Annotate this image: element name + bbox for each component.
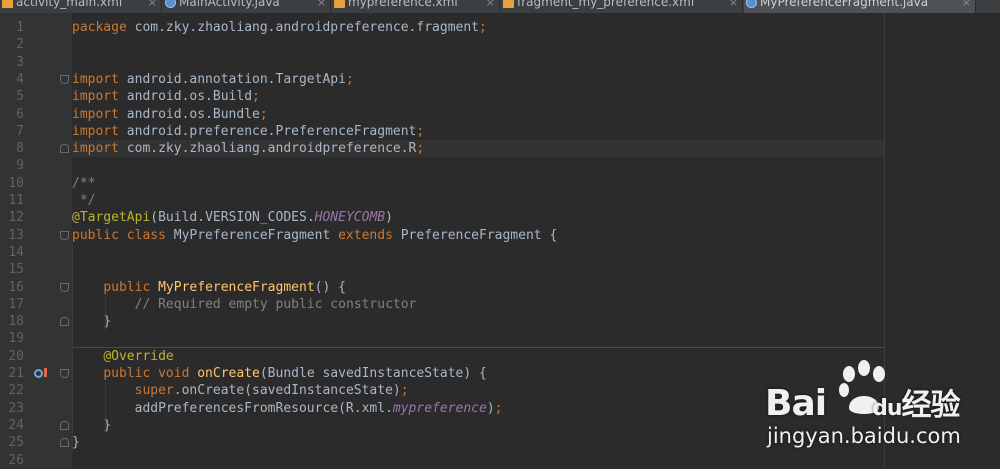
- baidu-jingyan-watermark: Bai du经验 jingyan.baidu.com: [765, 360, 1000, 469]
- close-icon[interactable]: ×: [486, 0, 495, 11]
- indent-guide: [105, 296, 106, 331]
- line-number: 8: [16, 141, 24, 156]
- fold-end-icon[interactable]: [60, 421, 69, 430]
- fold-end-icon[interactable]: [60, 438, 69, 447]
- watermark-brand: Bai du经验: [765, 383, 961, 424]
- java-class-icon: [746, 0, 757, 8]
- line-number: 1: [16, 20, 24, 35]
- line-number: 24: [8, 418, 24, 433]
- editor-tab-bar: activity_main.xml × MainActivity.java × mypr…: [0, 0, 1000, 13]
- code-line[interactable]: import android.os.Build;: [72, 88, 260, 105]
- code-line[interactable]: public MyPreferenceFragment() {: [72, 279, 346, 296]
- line-number: 19: [8, 331, 24, 346]
- line-number: 25: [8, 435, 24, 450]
- code-line[interactable]: package com.zky.zhaoliang.androidprefere…: [72, 19, 487, 36]
- line-number: 13: [8, 228, 24, 243]
- code-line[interactable]: // Required empty public constructor: [72, 296, 417, 313]
- line-number: 5: [16, 89, 24, 104]
- line-number: 20: [8, 349, 24, 364]
- code-line[interactable]: */: [72, 192, 96, 209]
- close-icon[interactable]: ×: [962, 0, 971, 11]
- line-number: 9: [16, 158, 24, 173]
- line-number: 6: [16, 107, 24, 122]
- line-number: 3: [16, 55, 24, 70]
- line-number: 12: [8, 210, 24, 225]
- code-line[interactable]: super.onCreate(savedInstanceState);: [72, 382, 409, 399]
- code-line[interactable]: import android.annotation.TargetApi;: [72, 71, 354, 88]
- code-line[interactable]: public void onCreate(Bundle savedInstanc…: [72, 365, 487, 382]
- indent-guide: [105, 382, 106, 434]
- close-icon[interactable]: ×: [729, 0, 738, 11]
- code-line[interactable]: @TargetApi(Build.VERSION_CODES.HONEYCOMB…: [72, 209, 393, 226]
- line-number: 11: [8, 193, 24, 208]
- code-line[interactable]: @Override: [72, 348, 173, 365]
- override-arrow-icon: [44, 368, 47, 377]
- tab-label: MainActivity.java: [179, 0, 280, 9]
- method-separator: [72, 347, 884, 348]
- java-class-icon: [165, 0, 176, 8]
- tab-label: mypreference.xml: [348, 0, 458, 9]
- tab-mypreferencefragment-java[interactable]: MyPreferenceFragment.java ×: [744, 0, 976, 13]
- tab-mainactivity-java[interactable]: MainActivity.java ×: [163, 0, 331, 13]
- watermark-url: jingyan.baidu.com: [767, 424, 961, 448]
- code-line[interactable]: import android.os.Bundle;: [72, 106, 268, 123]
- xml-file-icon: [2, 0, 13, 8]
- tab-label: MyPreferenceFragment.java: [760, 0, 929, 9]
- tab-fragment-my-preference-xml[interactable]: fragment_my_preference.xml ×: [501, 0, 743, 13]
- line-number: 22: [8, 383, 24, 398]
- line-number: 18: [8, 314, 24, 329]
- override-method-icon[interactable]: [34, 369, 43, 378]
- line-number: 7: [16, 124, 24, 139]
- line-number: 23: [8, 401, 24, 416]
- code-line[interactable]: import android.preference.PreferenceFrag…: [72, 123, 424, 140]
- line-number: 15: [8, 262, 24, 277]
- code-line[interactable]: }: [72, 434, 80, 451]
- code-line[interactable]: /**: [72, 175, 95, 192]
- fold-collapse-icon[interactable]: [60, 283, 69, 292]
- line-number: 21: [8, 366, 24, 381]
- tab-label: fragment_my_preference.xml: [517, 0, 695, 9]
- line-number: 16: [8, 280, 24, 295]
- fold-end-icon[interactable]: [60, 144, 69, 153]
- line-number: 14: [8, 245, 24, 260]
- xml-file-icon: [334, 0, 345, 8]
- line-number: 26: [8, 453, 24, 468]
- fold-collapse-icon[interactable]: [60, 231, 69, 240]
- close-icon[interactable]: ×: [317, 0, 326, 11]
- xml-file-icon: [503, 0, 514, 8]
- tab-activity-main-xml[interactable]: activity_main.xml ×: [0, 0, 162, 13]
- code-line[interactable]: import com.zky.zhaoliang.androidpreferen…: [72, 140, 424, 157]
- line-number: 10: [8, 176, 24, 191]
- fold-collapse-icon[interactable]: [60, 75, 69, 84]
- indent-guide: [72, 244, 73, 452]
- code-line[interactable]: public class MyPreferenceFragment extend…: [72, 227, 557, 244]
- close-icon[interactable]: ×: [148, 0, 157, 11]
- fold-end-icon[interactable]: [60, 317, 69, 326]
- tab-label: activity_main.xml: [16, 0, 123, 9]
- fold-collapse-icon[interactable]: [60, 369, 69, 378]
- line-number: 2: [16, 37, 24, 52]
- line-number: 4: [16, 72, 24, 87]
- code-line[interactable]: addPreferencesFromResource(R.xml.myprefe…: [72, 400, 503, 417]
- line-number: 17: [8, 297, 24, 312]
- tab-mypreference-xml[interactable]: mypreference.xml ×: [332, 0, 500, 13]
